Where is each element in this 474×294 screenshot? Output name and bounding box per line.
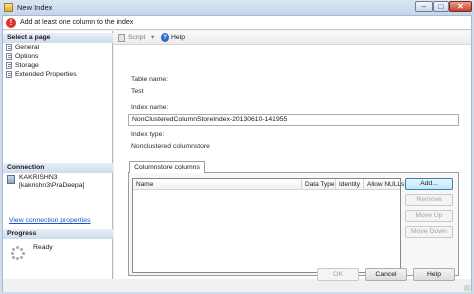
page-item-extended-properties[interactable]: Extended Properties (6, 70, 77, 79)
progress-status: Ready (33, 244, 53, 251)
resize-grip-icon[interactable] (464, 285, 470, 291)
script-dropdown-icon[interactable]: ▾ (151, 33, 154, 41)
index-type-value: Nonclustered columnstore (131, 143, 210, 150)
index-name-field[interactable]: NonClusteredColumnStoreIndex-20130610-14… (128, 114, 459, 126)
app-icon (4, 3, 13, 12)
view-connection-properties-link[interactable]: View connection properties (9, 217, 91, 224)
columnstore-columns-panel: Name Data Type Identity Allow NULLs Add.… (128, 172, 459, 276)
page-item-label: General (15, 44, 40, 51)
page-icon (6, 62, 12, 69)
cancel-button[interactable]: Cancel (365, 268, 407, 281)
minimize-button[interactable]: – (415, 1, 433, 12)
connection-user: [kakrishn3\PraDeepa] (19, 182, 85, 189)
column-header-data-type[interactable]: Data Type (302, 179, 336, 190)
help-button[interactable]: Help (413, 268, 455, 281)
toolbar: Script ▾ ? Help (114, 31, 471, 45)
connection-server: KAKRISHN3 (19, 174, 58, 181)
page-list: General Options Storage Extended Propert… (6, 43, 77, 79)
toolbar-help-button[interactable]: Help (171, 34, 185, 41)
move-down-button[interactable]: Move Down (405, 226, 453, 238)
help-icon: ? (161, 33, 169, 42)
left-pane: Select a page General Options Storage Ex… (3, 31, 113, 279)
page-item-label: Extended Properties (15, 71, 77, 78)
grid-header: Name Data Type Identity Allow NULLs (133, 179, 404, 190)
column-header-name[interactable]: Name (133, 179, 302, 190)
error-message: Add at least one column to the index (20, 19, 134, 26)
script-icon (118, 34, 125, 42)
general-page: Script ▾ ? Help Table name: Test Index n… (114, 31, 471, 279)
server-icon (7, 175, 15, 184)
title-bar[interactable]: New Index – □ ✕ (0, 0, 474, 15)
table-name-label: Table name: (131, 76, 169, 83)
window-title: New Index (17, 3, 53, 12)
page-icon (6, 44, 12, 51)
remove-button[interactable]: Remove (405, 194, 453, 206)
new-index-dialog: New Index – □ ✕ ! Add at least one colum… (0, 0, 474, 294)
columns-grid[interactable]: Name Data Type Identity Allow NULLs (132, 178, 404, 273)
add-button[interactable]: Add... (405, 178, 453, 190)
error-banner: ! Add at least one column to the index (3, 16, 471, 30)
progress-spinner-icon (11, 246, 25, 260)
dialog-body: ! Add at least one column to the index S… (2, 15, 472, 292)
tab-columnstore-columns[interactable]: Columnstore columns (129, 161, 205, 173)
maximize-button[interactable]: □ (433, 1, 449, 12)
close-button[interactable]: ✕ (449, 1, 472, 12)
page-icon (6, 53, 12, 60)
page-item-storage[interactable]: Storage (6, 61, 77, 70)
script-button[interactable]: Script (128, 34, 145, 41)
page-item-label: Storage (15, 62, 39, 69)
table-name-value: Test (131, 88, 144, 95)
page-item-label: Options (15, 53, 39, 60)
page-item-general[interactable]: General (6, 43, 77, 52)
column-header-allow-nulls[interactable]: Allow NULLs (364, 179, 404, 190)
connection-header: Connection (3, 163, 113, 173)
page-icon (6, 71, 12, 78)
page-item-options[interactable]: Options (6, 52, 77, 61)
move-up-button[interactable]: Move Up (405, 210, 453, 222)
select-page-header: Select a page (3, 33, 113, 43)
error-icon: ! (6, 18, 16, 28)
column-header-identity[interactable]: Identity (336, 179, 364, 190)
progress-header: Progress (3, 229, 113, 239)
index-type-label: Index type: (131, 131, 165, 138)
ok-button[interactable]: OK (317, 268, 359, 281)
index-name-label: Index name: (131, 104, 169, 111)
